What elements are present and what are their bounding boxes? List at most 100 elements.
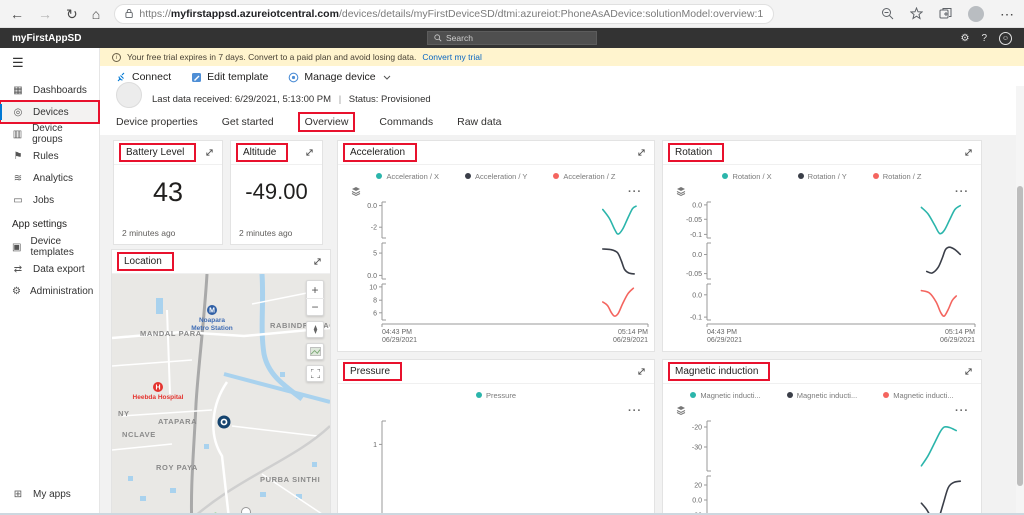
rotation-tile: Rotation Rotation / X Rotation / Y Rotatio…	[662, 140, 982, 352]
expand-icon[interactable]	[205, 148, 214, 157]
sidebar-item-data-export[interactable]: ⇄ Data export	[0, 258, 99, 280]
forward-icon[interactable]: →	[38, 7, 52, 21]
sidebar-item-label: Rules	[33, 150, 59, 162]
sidebar-item-device-groups[interactable]: ▥ Device groups	[0, 123, 99, 145]
sidebar-item-my-apps[interactable]: ⊞ My apps	[0, 483, 99, 505]
device-header: Last data received: 6/29/2021, 5:13:00 P…	[100, 82, 1024, 110]
legend-item[interactable]: Rotation / X	[722, 172, 772, 181]
lock-icon	[125, 8, 133, 19]
legend-label: Acceleration / Z	[563, 171, 616, 181]
home-icon[interactable]: ⌂	[92, 7, 100, 21]
convert-trial-link[interactable]: Convert my trial	[422, 52, 482, 62]
layers-icon[interactable]	[675, 403, 687, 421]
svg-text:20: 20	[694, 483, 702, 490]
device-templates-icon: ▣	[12, 241, 22, 253]
zoom-out-icon[interactable]	[881, 7, 894, 20]
chart-menu-button[interactable]: ···	[955, 406, 969, 416]
dashboard: Battery Level 43 2 minutes ago Altitude …	[100, 135, 1024, 513]
edit-template-button[interactable]: Edit template	[191, 71, 268, 83]
altitude-value: -49.00	[245, 179, 308, 204]
map-compass-button[interactable]	[306, 321, 324, 338]
expand-icon[interactable]	[637, 148, 646, 157]
sidebar-item-administration[interactable]: ⚙ Administration	[0, 280, 99, 302]
refresh-icon[interactable]: ↻	[66, 7, 78, 21]
tab-get-started[interactable]: Get started	[222, 116, 274, 128]
device-avatar	[116, 82, 142, 108]
legend-item[interactable]: Acceleration / Z	[553, 171, 616, 181]
tab-commands[interactable]: Commands	[379, 116, 433, 128]
browser-actions: ⋯	[881, 5, 1014, 22]
scrollbar-thumb[interactable]	[1017, 186, 1023, 486]
map-poi-label: Heebda Hospital	[133, 394, 184, 401]
battery-updated: 2 minutes ago	[122, 228, 176, 238]
sidebar-item-device-templates[interactable]: ▣ Device templates	[0, 236, 99, 258]
favorites-icon[interactable]	[910, 7, 923, 20]
sidebar-item-rules[interactable]: ⚑ Rules	[0, 145, 99, 167]
chart-menu-button[interactable]: ···	[628, 406, 642, 416]
map-area-label: NCLAVE	[122, 430, 156, 439]
sidebar-item-analytics[interactable]: ≋ Analytics	[0, 167, 99, 189]
chart-menu-button[interactable]: ···	[628, 187, 642, 197]
sidebar-item-label: My apps	[33, 488, 71, 500]
sidebar-item-dashboards[interactable]: ▦ Dashboards	[0, 79, 99, 101]
settings-gear-icon[interactable]: ⚙	[960, 33, 969, 44]
device-toolbar: Connect Edit template Manage device	[100, 66, 1024, 88]
expand-icon[interactable]	[313, 257, 322, 266]
main-content: i Your free trial expires in 7 days. Con…	[100, 48, 1024, 513]
legend-item[interactable]: Magnetic inducti...	[883, 391, 954, 400]
svg-text:06/29/2021: 06/29/2021	[613, 337, 648, 344]
tab-raw-data[interactable]: Raw data	[457, 116, 501, 128]
tile-title: Location	[117, 252, 174, 271]
legend-item[interactable]: Rotation / Z	[872, 172, 922, 181]
back-icon[interactable]: ←	[10, 7, 24, 21]
my-apps-icon: ⊞	[13, 488, 23, 500]
browser-profile-avatar[interactable]	[968, 5, 984, 22]
svg-text:05:14 PM: 05:14 PM	[945, 329, 975, 336]
user-avatar[interactable]: ☺	[999, 31, 1012, 45]
legend-item[interactable]: Magnetic inducti...	[690, 391, 761, 400]
address-bar[interactable]: https://myfirstappsd.azureiotcentral.com…	[114, 3, 775, 24]
legend-item[interactable]: Acceleration / Y	[465, 172, 527, 181]
map-zoom-in-button[interactable]: +	[306, 281, 324, 298]
expand-icon[interactable]	[964, 367, 973, 376]
tab-device-properties[interactable]: Device properties	[116, 116, 198, 128]
manage-device-button[interactable]: Manage device	[288, 71, 390, 83]
legend-item[interactable]: Magnetic inducti...	[786, 391, 857, 400]
chart-menu-button[interactable]: ···	[955, 187, 969, 197]
svg-text:5: 5	[373, 251, 377, 258]
expand-icon[interactable]	[964, 148, 973, 157]
map-style-button[interactable]	[306, 343, 324, 360]
collections-icon[interactable]	[939, 7, 952, 20]
tab-overview[interactable]: Overview	[297, 112, 356, 132]
browser-menu-icon[interactable]: ⋯	[1000, 7, 1014, 21]
legend-item[interactable]: Rotation / Y	[797, 172, 847, 181]
connect-button[interactable]: Connect	[116, 71, 171, 83]
vertical-scrollbar[interactable]	[1016, 86, 1024, 513]
hamburger-menu-icon[interactable]: ☰	[0, 52, 99, 79]
map-fullscreen-button[interactable]	[306, 365, 324, 382]
expand-icon[interactable]	[637, 367, 646, 376]
tile-title: Pressure	[343, 362, 403, 381]
location-map[interactable]: MH MANDAL PARA RABINDRA NAG NY ATAPARA NCLAV…	[112, 274, 330, 513]
svg-text:M: M	[209, 308, 215, 315]
device-groups-icon: ▥	[12, 128, 23, 140]
map-zoom-out-button[interactable]: −	[306, 298, 324, 315]
help-icon[interactable]: ?	[981, 33, 987, 44]
legend-item[interactable]: Acceleration / X	[376, 172, 439, 181]
manage-device-icon	[289, 72, 299, 82]
svg-text:0.0: 0.0	[367, 203, 377, 210]
chart-legend: Rotation / X Rotation / Y Rotation / Z	[671, 167, 973, 185]
administration-icon: ⚙	[12, 285, 21, 297]
layers-icon[interactable]	[350, 184, 362, 202]
page: ← → ↻ ⌂ https://myfirstappsd.azureiotcen…	[0, 0, 1024, 515]
search-input[interactable]: Search	[427, 31, 597, 45]
legend-label: Pressure	[485, 390, 516, 400]
expand-icon[interactable]	[305, 148, 314, 157]
sidebar-item-devices[interactable]: ◎ Devices	[0, 100, 100, 124]
layers-icon[interactable]	[675, 184, 687, 202]
chart-controls: ···	[671, 404, 973, 419]
map-area-label: NY	[118, 409, 130, 418]
sidebar-item-jobs[interactable]: ▭ Jobs	[0, 189, 99, 211]
sidebar-item-label: Data export	[33, 263, 85, 275]
legend-item[interactable]: Pressure	[475, 390, 516, 400]
